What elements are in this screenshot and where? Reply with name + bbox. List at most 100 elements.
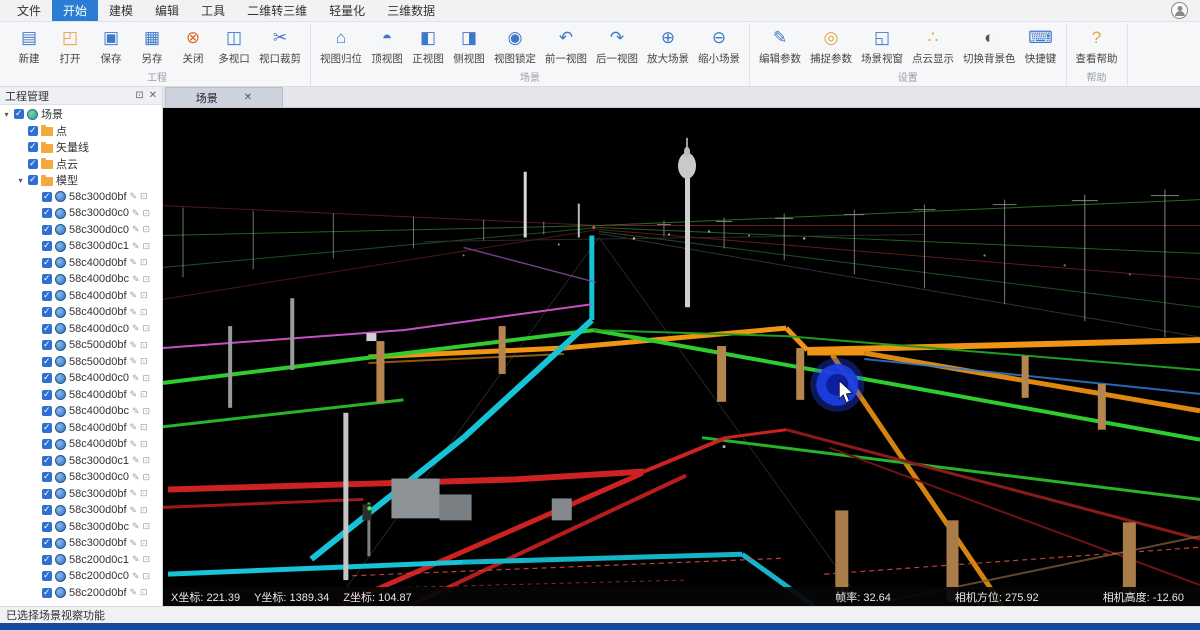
tree-row[interactable]: 58c200d0bf✎⊡ [0,585,162,602]
menu-item-二维转三维[interactable]: 二维转三维 [236,0,318,21]
edit-icon[interactable]: ✎ [130,356,138,367]
edit-icon[interactable]: ✎ [132,224,140,235]
locate-icon[interactable]: ⊡ [140,587,148,598]
locate-icon[interactable]: ⊡ [143,455,151,466]
ribbon-button-点云显示[interactable]: ∴点云显示 [908,23,958,66]
tree-row[interactable]: 58c300d0c1✎⊡ [0,238,162,255]
ribbon-button-切换背景色[interactable]: ◐切换背景色 [959,23,1020,66]
locate-icon[interactable]: ⊡ [140,488,148,499]
checkbox[interactable] [42,555,52,565]
locate-icon[interactable]: ⊡ [140,290,148,301]
ribbon-button-多视口[interactable]: ◫多视口 [214,23,254,66]
edit-icon[interactable]: ✎ [132,571,140,582]
locate-icon[interactable]: ⊡ [143,373,151,384]
menu-item-开始[interactable]: 开始 [52,0,98,21]
tree-row[interactable]: 58c200d0c0✎⊡ [0,568,162,585]
edit-icon[interactable]: ✎ [132,554,140,565]
checkbox[interactable] [42,505,52,515]
checkbox[interactable] [42,258,52,268]
expand-arrow-icon[interactable]: ▾ [2,110,11,119]
ribbon-button-正视图[interactable]: ◧正视图 [408,23,448,66]
tree-row[interactable]: 58c500d0bf✎⊡ [0,354,162,371]
checkbox[interactable] [42,324,52,334]
checkbox[interactable] [42,291,52,301]
tree-row[interactable]: ▾场景 [0,106,162,123]
locate-icon[interactable]: ⊡ [143,406,151,417]
user-avatar-button[interactable] [1171,2,1188,19]
checkbox[interactable] [42,472,52,482]
tree-row[interactable]: 58c300d0bf✎⊡ [0,189,162,206]
ribbon-button-快捷键[interactable]: ⌨快捷键 [1021,23,1061,66]
tree-row[interactable]: 58c400d0bf✎⊡ [0,436,162,453]
locate-icon[interactable]: ⊡ [140,257,148,268]
checkbox[interactable] [28,175,38,185]
edit-icon[interactable]: ✎ [130,505,138,516]
tree-row[interactable]: 58c300d0c0✎⊡ [0,469,162,486]
locate-icon[interactable]: ⊡ [140,191,148,202]
checkbox[interactable] [42,406,52,416]
edit-icon[interactable]: ✎ [130,290,138,301]
checkbox[interactable] [42,423,52,433]
edit-icon[interactable]: ✎ [132,472,140,483]
edit-icon[interactable]: ✎ [132,455,140,466]
edit-icon[interactable]: ✎ [132,241,140,252]
tab-close-icon[interactable]: ✕ [244,92,252,103]
tree-row[interactable]: 58c400d0bf✎⊡ [0,255,162,272]
edit-icon[interactable]: ✎ [130,307,138,318]
edit-icon[interactable]: ✎ [130,439,138,450]
close-panel-icon[interactable]: ✕ [149,90,157,101]
tree-row[interactable]: 58c500d0bf✎⊡ [0,337,162,354]
edit-icon[interactable]: ✎ [130,257,138,268]
menu-item-三维数据[interactable]: 三维数据 [376,0,446,21]
locate-icon[interactable]: ⊡ [143,224,151,235]
checkbox[interactable] [42,274,52,284]
checkbox[interactable] [42,588,52,598]
checkbox[interactable] [42,357,52,367]
ribbon-button-视图锁定[interactable]: ◉视图锁定 [490,23,540,66]
tree-row[interactable]: 点 [0,123,162,140]
menu-item-编辑[interactable]: 编辑 [144,0,190,21]
ribbon-button-前一视图[interactable]: ↶前一视图 [541,23,591,66]
edit-icon[interactable]: ✎ [130,340,138,351]
ribbon-button-保存[interactable]: ▣保存 [91,23,131,66]
locate-icon[interactable]: ⊡ [143,208,151,219]
float-panel-icon[interactable]: ⊡ [135,90,143,101]
menu-item-文件[interactable]: 文件 [6,0,52,21]
locate-icon[interactable]: ⊡ [140,505,148,516]
checkbox[interactable] [42,241,52,251]
viewport-3d[interactable]: X坐标: 221.39Y坐标: 1389.34Z坐标: 104.87 帧率: 3… [163,108,1200,606]
ribbon-button-视口裁剪[interactable]: ✂视口裁剪 [255,23,305,66]
tree-row[interactable]: 点云 [0,156,162,173]
checkbox[interactable] [28,159,38,169]
tree-row[interactable]: 58c300d0bf✎⊡ [0,486,162,503]
tree-row[interactable]: 58c300d0c1✎⊡ [0,453,162,470]
tree-row[interactable]: 58c300d0bc✎⊡ [0,519,162,536]
checkbox[interactable] [28,126,38,136]
locate-icon[interactable]: ⊡ [143,274,151,285]
locate-icon[interactable]: ⊡ [143,323,151,334]
checkbox[interactable] [42,225,52,235]
tab-scene[interactable]: 场景 ✕ [165,87,283,107]
locate-icon[interactable]: ⊡ [140,307,148,318]
tree-row[interactable]: 58c300d0c0✎⊡ [0,205,162,222]
checkbox[interactable] [42,307,52,317]
tree-row[interactable]: 58c400d0c0✎⊡ [0,321,162,338]
menu-item-轻量化[interactable]: 轻量化 [318,0,376,21]
tree-row[interactable]: 58c300d0c0✎⊡ [0,222,162,239]
menu-item-工具[interactable]: 工具 [190,0,236,21]
tree-row[interactable]: ▾模型 [0,172,162,189]
checkbox[interactable] [42,571,52,581]
ribbon-button-放大场景[interactable]: ⊕放大场景 [643,23,693,66]
locate-icon[interactable]: ⊡ [140,356,148,367]
checkbox[interactable] [28,142,38,152]
ribbon-button-顶视图[interactable]: ◓顶视图 [367,23,407,66]
ribbon-button-视图归位[interactable]: ⌂视图归位 [316,23,366,66]
tree-row[interactable]: 58c400d0bc✎⊡ [0,403,162,420]
ribbon-button-另存[interactable]: ▦另存 [132,23,172,66]
tree-row[interactable]: 矢量线 [0,139,162,156]
expand-arrow-icon[interactable]: ▾ [16,176,25,185]
checkbox[interactable] [42,373,52,383]
checkbox[interactable] [42,192,52,202]
ribbon-button-打开[interactable]: ◰打开 [50,23,90,66]
tree-row[interactable]: 58c400d0bf✎⊡ [0,288,162,305]
